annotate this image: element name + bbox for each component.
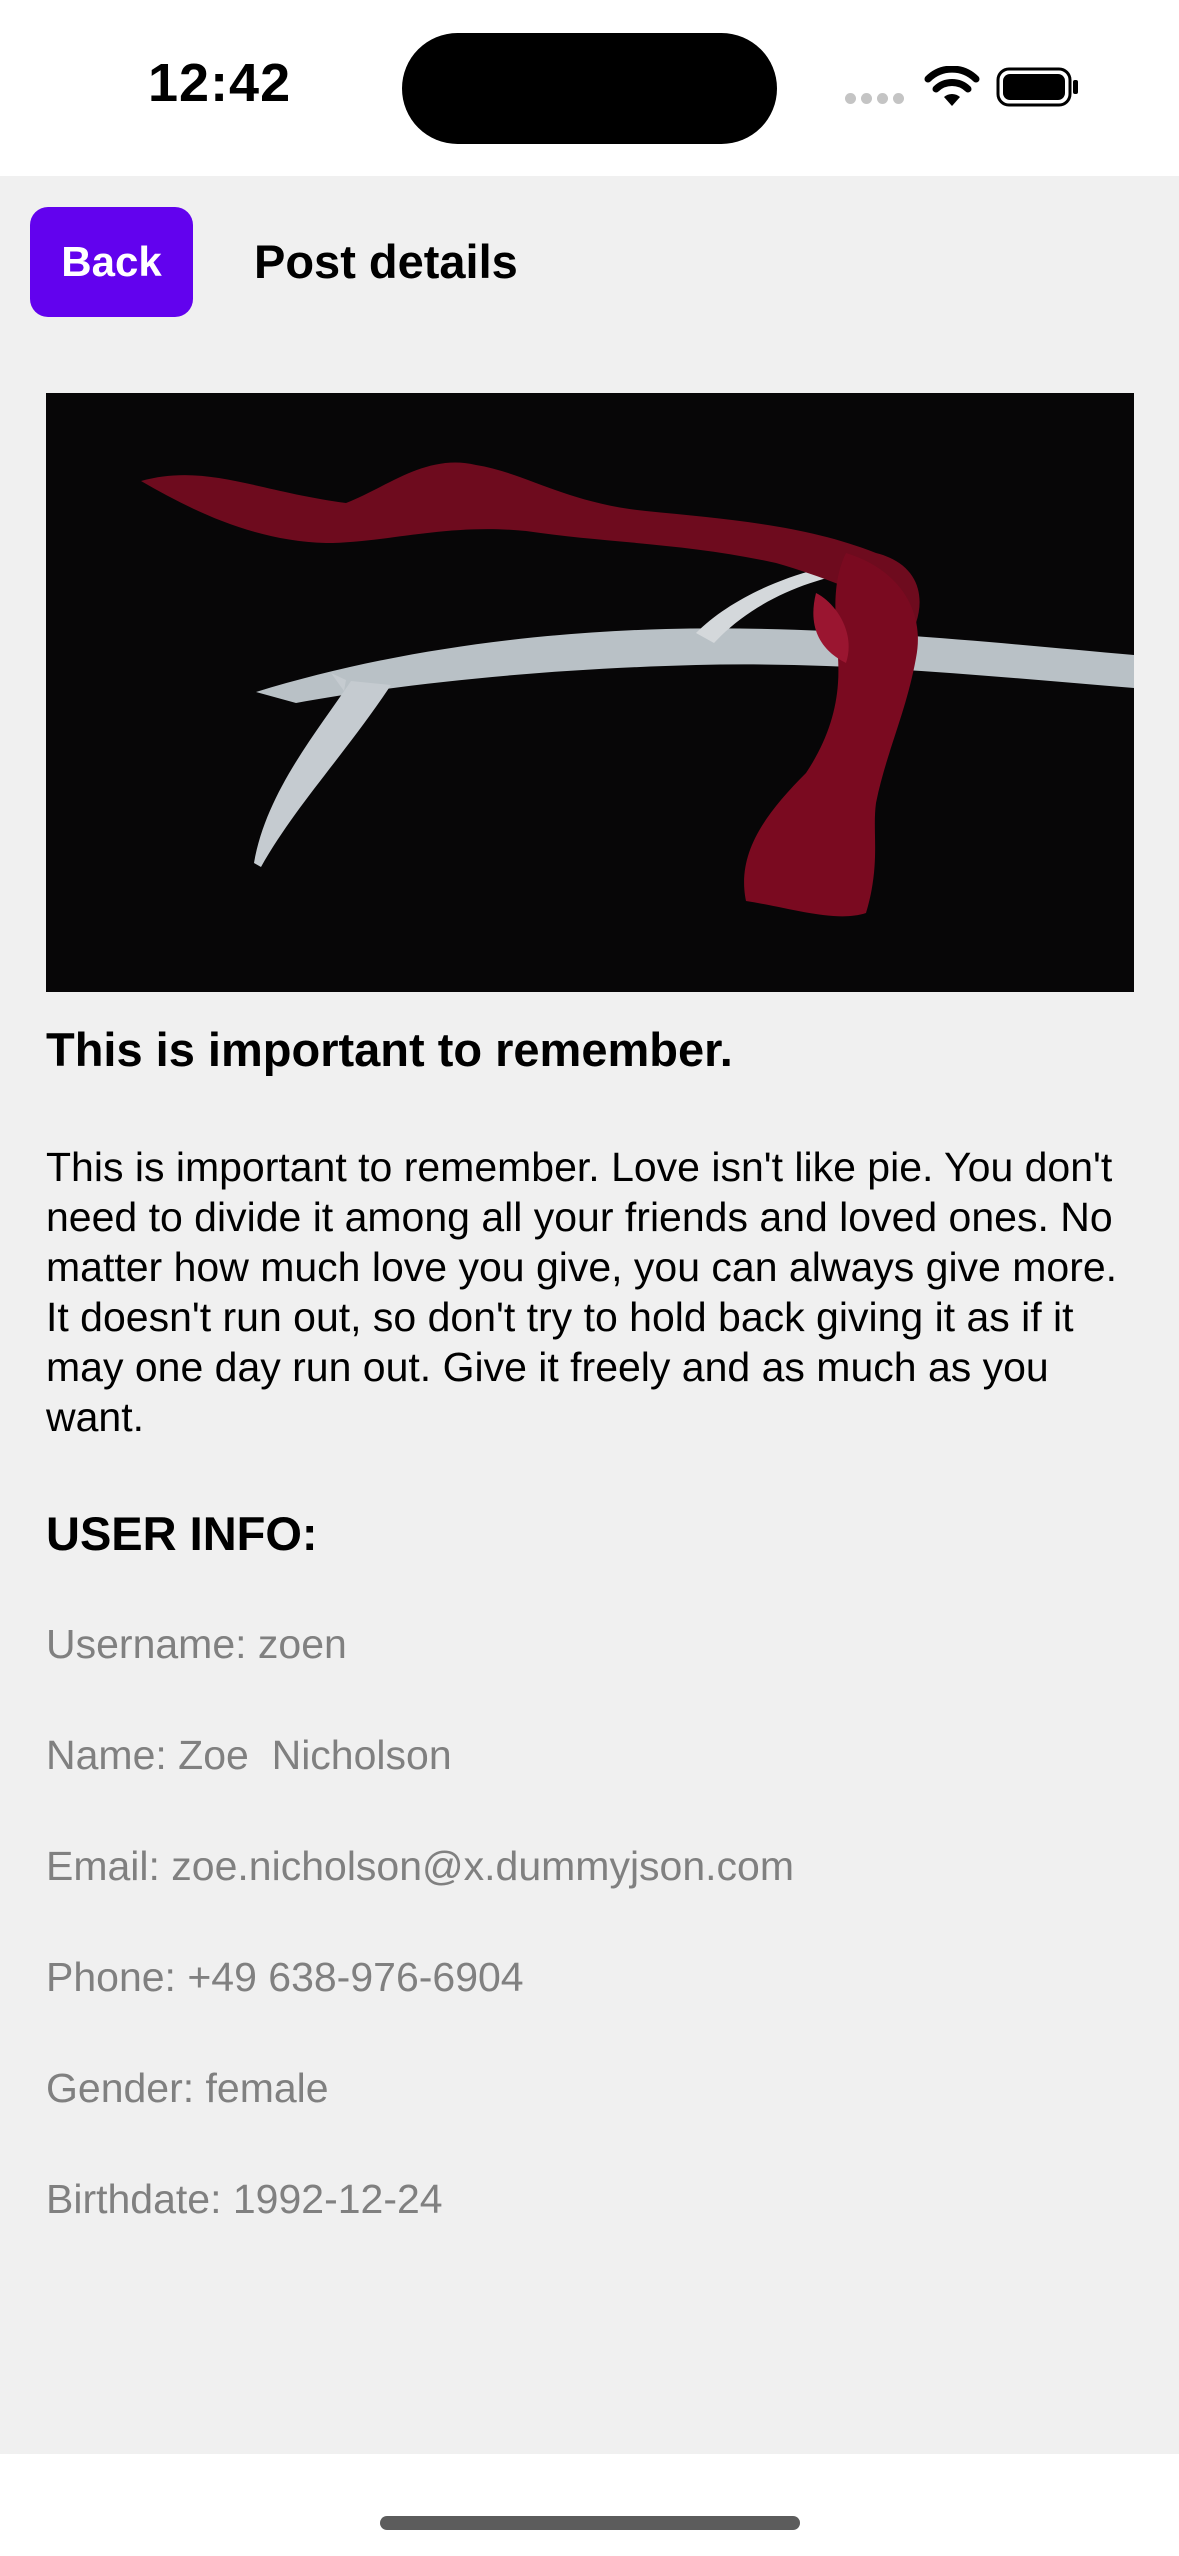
battery-icon xyxy=(996,67,1078,107)
cellular-signal-icon xyxy=(845,93,905,105)
user-info-heading: USER INFO: xyxy=(46,1507,318,1560)
user-phone: Phone: +49 638-976-6904 xyxy=(46,1954,524,2000)
status-time: 12:42 xyxy=(148,53,292,113)
home-indicator[interactable] xyxy=(380,2516,800,2530)
back-button[interactable]: Back xyxy=(30,207,193,317)
status-bar: 12:42 xyxy=(0,0,1179,176)
post-image xyxy=(46,393,1134,992)
user-username: Username: zoen xyxy=(46,1621,347,1667)
user-name: Name: Zoe Nicholson xyxy=(46,1732,452,1778)
post-body: This is important to remember. Love isn'… xyxy=(46,1144,1118,1440)
screen: 12:42 Back Post details This is importan… xyxy=(0,0,1179,2556)
page-title: Post details xyxy=(254,235,518,288)
post-title: This is important to remember. xyxy=(46,1023,733,1076)
antler-with-red-ribbon-photo xyxy=(46,393,1134,992)
bottom-safe-area xyxy=(0,2454,1179,2556)
user-birthdate: Birthdate: 1992-12-24 xyxy=(46,2176,443,2222)
dynamic-island xyxy=(402,33,777,144)
user-gender: Gender: female xyxy=(46,2065,329,2111)
wifi-icon xyxy=(924,66,980,106)
post-details-screen: Back Post details This is important to r xyxy=(0,176,1179,2454)
user-email: Email: zoe.nicholson@x.dummyjson.com xyxy=(46,1843,795,1889)
